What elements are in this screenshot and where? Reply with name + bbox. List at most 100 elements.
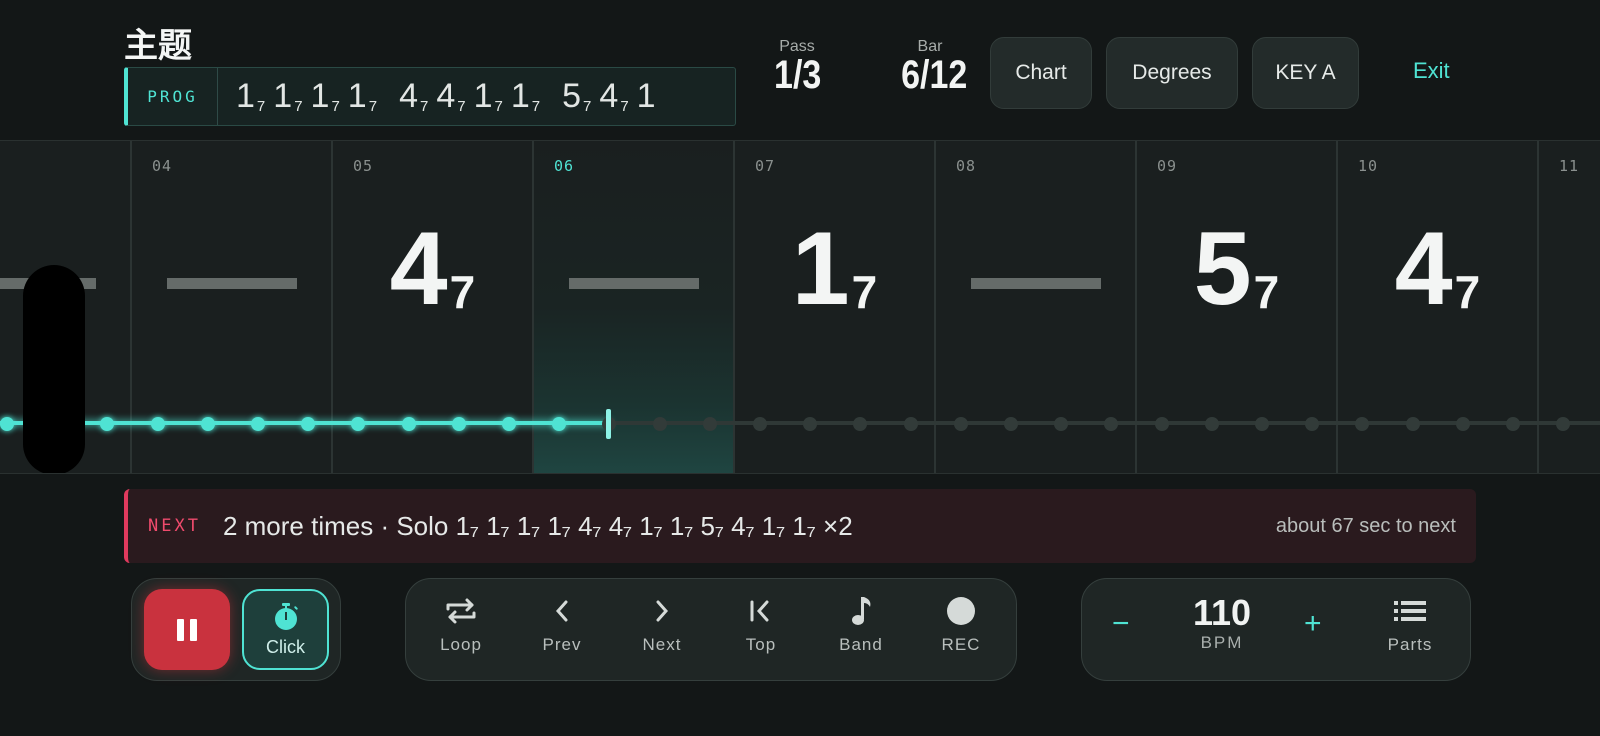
bar-number: 07 [755, 157, 776, 175]
bar-number: 04 [152, 157, 173, 175]
navigation-controls: Loop Prev Next Top Band REC [405, 578, 1017, 681]
next-button[interactable]: Next [622, 595, 702, 667]
exit-link[interactable]: Exit [1413, 58, 1450, 84]
beat-dot [1255, 417, 1269, 431]
beat-dot [150, 417, 165, 431]
prog-chord-root: 1 [510, 77, 530, 115]
prog-chord-root: 1 [310, 77, 330, 115]
prog-chord: 1 [637, 77, 656, 116]
next-section-banner: NEXT 2 more times · Solo 1₇ 1₇ 1₇ 1₇ 4₇ … [124, 489, 1476, 563]
top-button[interactable]: Top [721, 595, 801, 667]
pause-button[interactable] [144, 589, 230, 670]
bar-repeat-dash [569, 278, 699, 289]
click-label: Click [266, 637, 305, 657]
band-button[interactable]: Band [821, 595, 901, 667]
prog-chord-quality: 7 [331, 98, 340, 115]
prog-chord-quality: 7 [531, 98, 541, 115]
bar-repeat-dash [167, 278, 297, 289]
bar-chord-root: 4 [1394, 211, 1453, 327]
bar-chord-root: 4 [389, 211, 448, 327]
music-note-icon [852, 597, 871, 625]
tempo-controls: − 110 BPM + Parts [1081, 578, 1471, 681]
prog-chord-root: 1 [473, 77, 493, 115]
chart-button[interactable]: Chart [990, 37, 1092, 109]
repeat-icon [446, 598, 476, 624]
tempo-increase-button[interactable]: + [1304, 607, 1322, 641]
bar-repeat-dash [971, 278, 1101, 289]
beat-dot [1405, 417, 1420, 431]
scroll-handle[interactable] [23, 265, 85, 473]
prog-chord-root: 4 [599, 77, 619, 115]
prog-chord-root: 1 [347, 77, 367, 115]
progression-chords: 171717174747171757471 [218, 77, 664, 116]
prog-chord: 17 [273, 77, 302, 116]
playhead-cursor[interactable] [606, 409, 611, 439]
play-controls: Click [131, 578, 341, 681]
prog-chord: 47 [599, 77, 628, 116]
rec-label: REC [941, 635, 981, 654]
prog-label: PROG [128, 68, 218, 125]
bar-chord-root: 5 [1193, 211, 1252, 327]
progression-strip[interactable]: PROG 171717174747171757471 [124, 67, 736, 126]
beat-dot [401, 417, 416, 431]
bar-chord: 17 [735, 217, 934, 344]
next-tag: NEXT [148, 516, 201, 536]
beat-dot [451, 417, 466, 431]
bar-number: 11 [1559, 157, 1580, 175]
prev-label: Prev [542, 635, 582, 654]
beat-dot [1455, 417, 1470, 431]
prog-chord: 47 [399, 77, 428, 116]
band-label: Band [839, 635, 883, 654]
list-icon [1394, 601, 1426, 621]
beat-dot [100, 417, 115, 431]
beat-dot [953, 417, 968, 431]
click-toggle[interactable]: Click [242, 589, 329, 670]
pass-value: 1/3 [774, 53, 822, 97]
rec-button[interactable]: REC [921, 595, 1001, 667]
next-eta: about 67 sec to next [1275, 514, 1456, 537]
beat-dot [1204, 417, 1219, 431]
prog-chord-quality: 7 [294, 98, 303, 115]
parts-button[interactable]: Parts [1370, 595, 1450, 667]
prog-chord-root: 1 [273, 77, 293, 115]
prog-chord-quality: 7 [457, 98, 466, 115]
chevron-left-icon [555, 600, 568, 622]
record-dot-icon [947, 597, 975, 625]
key-button[interactable]: KEY A [1252, 37, 1359, 109]
bar-number: 05 [353, 157, 374, 175]
tempo-decrease-button[interactable]: − [1112, 607, 1130, 641]
bpm-display[interactable]: 110 BPM [1182, 593, 1262, 653]
degrees-button[interactable]: Degrees [1106, 37, 1238, 109]
skip-to-start-icon [750, 600, 769, 622]
prog-chord: 57 [562, 77, 591, 116]
bar-number: 10 [1358, 157, 1379, 175]
bar-counter: Bar 6/12 [896, 38, 967, 95]
beat-dot [903, 417, 918, 431]
bar-number: 09 [1157, 157, 1178, 175]
stopwatch-icon [274, 603, 298, 630]
beat-dot [1004, 417, 1018, 431]
chevron-right-icon [656, 600, 669, 622]
prog-chord-quality: 7 [256, 98, 266, 115]
loop-label: Loop [440, 635, 482, 654]
bar-number: 08 [956, 157, 977, 175]
prev-button[interactable]: Prev [522, 595, 602, 667]
prog-chord-quality: 7 [494, 98, 503, 115]
loop-button[interactable]: Loop [421, 595, 501, 667]
prog-chord: 17 [474, 77, 503, 116]
bar-number: 06 [554, 157, 575, 175]
beat-dot [251, 417, 265, 431]
prog-chord: 47 [436, 77, 465, 116]
next-description: 2 more times · Solo 1₇ 1₇ 1₇ 1₇ 4₇ 4₇ 1₇… [222, 510, 853, 541]
beat-dot [0, 417, 14, 431]
pass-counter: Pass 1/3 [770, 38, 824, 97]
bar-chord: 57 [1137, 217, 1336, 344]
prog-chord-root: 4 [436, 77, 456, 115]
bar-chord-quality: 7 [449, 266, 476, 318]
bpm-value: 110 [1192, 592, 1252, 633]
pause-icon [177, 618, 197, 641]
bar-chord-quality: 7 [1454, 266, 1481, 318]
bar-timeline[interactable]: 04 05 47 06 07 17 08 09 57 10 47 11 [0, 140, 1600, 474]
beat-dot [652, 417, 667, 431]
bar-chord-quality: 7 [851, 266, 878, 318]
